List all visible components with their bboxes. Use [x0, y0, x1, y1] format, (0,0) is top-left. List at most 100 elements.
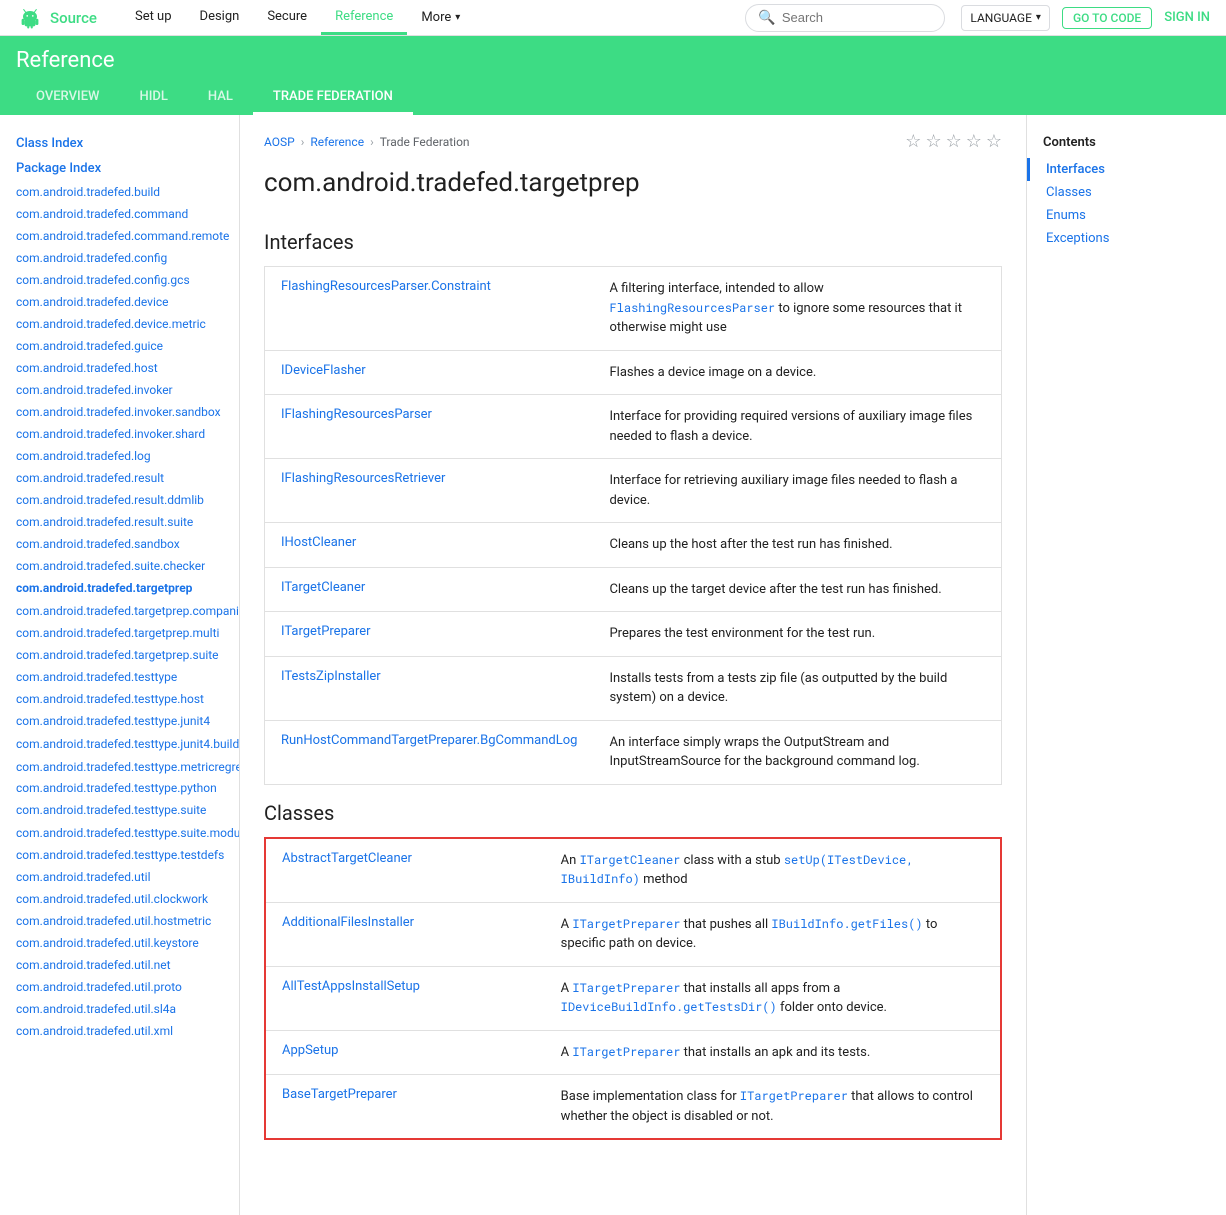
inline-link-itargetpreparer-2[interactable]: ITargetPreparer [572, 916, 680, 932]
toc-classes[interactable]: Classes [1027, 181, 1226, 204]
inline-link-idevicebuildinfo-gettestsdir[interactable]: IDeviceBuildInfo.getTestsDir() [561, 999, 777, 1015]
sidebar-link-command[interactable]: com.android.tradefed.command [0, 203, 239, 225]
sidebar-link-util-hostmetric[interactable]: com.android.tradefed.util.hostmetric [0, 910, 239, 932]
sidebar-link-util-net[interactable]: com.android.tradefed.util.net [0, 954, 239, 976]
nav-more[interactable]: More ▾ [407, 10, 474, 25]
breadcrumb-reference[interactable]: Reference [310, 135, 364, 149]
sidebar-link-testtype-python[interactable]: com.android.tradefed.testtype.python [0, 777, 239, 799]
sidebar-link-testtype-suite-module[interactable]: com.android.tradefed.testtype.suite.modu… [0, 821, 239, 844]
interfaces-section-header: Interfaces [240, 214, 1026, 266]
sidebar-link-util[interactable]: com.android.tradefed.util [0, 866, 239, 888]
star-5[interactable]: ☆ [986, 131, 1002, 152]
sidebar-link-invoker-sandbox[interactable]: com.android.tradefed.invoker.sandbox [0, 401, 239, 423]
go-to-code-button[interactable]: GO TO CODE [1062, 7, 1152, 29]
interface-link-ihostcleaner[interactable]: IHostCleaner [281, 535, 356, 550]
tab-hidl[interactable]: HIDL [119, 81, 187, 115]
tab-hal[interactable]: HAL [188, 81, 253, 115]
sidebar-link-device[interactable]: com.android.tradefed.device [0, 291, 239, 313]
sidebar-link-config[interactable]: com.android.tradefed.config [0, 247, 239, 269]
star-4[interactable]: ☆ [966, 131, 982, 152]
breadcrumb-aosp[interactable]: AOSP [264, 135, 295, 149]
interface-link-iflashingresourcesretriever[interactable]: IFlashingResourcesRetriever [281, 471, 445, 486]
search-input[interactable] [782, 10, 932, 25]
sidebar-link-invoker[interactable]: com.android.tradefed.invoker [0, 379, 239, 401]
top-nav: Source Set up Design Secure Reference Mo… [0, 0, 1226, 36]
toc-exceptions[interactable]: Exceptions [1027, 227, 1226, 250]
sidebar-link-testtype-suite[interactable]: com.android.tradefed.testtype.suite [0, 799, 239, 821]
sidebar-link-testtype-junit4[interactable]: com.android.tradefed.testtype.junit4 [0, 710, 239, 732]
search-box[interactable]: 🔍 [745, 4, 945, 32]
class-link-abstracttargetcleaner[interactable]: AbstractTargetCleaner [282, 851, 412, 866]
sidebar-package-index[interactable]: Package Index [0, 156, 239, 181]
sidebar-link-util-xml[interactable]: com.android.tradefed.util.xml [0, 1020, 239, 1042]
sidebar-link-testtype-host[interactable]: com.android.tradefed.testtype.host [0, 688, 239, 710]
toc-enums[interactable]: Enums [1027, 204, 1226, 227]
sidebar-link-command-remote[interactable]: com.android.tradefed.command.remote [0, 225, 239, 247]
class-link-appsetup[interactable]: AppSetup [282, 1043, 338, 1058]
tab-trade-federation[interactable]: TRADE FEDERATION [253, 81, 413, 115]
sidebar-link-result-ddmlib[interactable]: com.android.tradefed.result.ddmlib [0, 489, 239, 511]
class-link-additionalfilesinstaller[interactable]: AdditionalFilesInstaller [282, 915, 414, 930]
sidebar-class-index[interactable]: Class Index [0, 131, 239, 156]
interface-link-itestszipinstaller[interactable]: ITestsZipInstaller [281, 669, 381, 684]
table-row: RunHostCommandTargetPreparer.BgCommandLo… [265, 720, 1002, 784]
sidebar-link-targetprep[interactable]: com.android.tradefed.targetprep [0, 577, 239, 599]
interface-link-itargetpreparer[interactable]: ITargetPreparer [281, 624, 371, 639]
language-selector[interactable]: LANGUAGE ▾ [961, 5, 1050, 31]
class-link-alltestappsinstallsetup[interactable]: AllTestAppsInstallSetup [282, 979, 420, 994]
interface-link-flashing-constraint[interactable]: FlashingResourcesParser.Constraint [281, 279, 491, 294]
inline-link-flashingresourcesparser[interactable]: FlashingResourcesParser [609, 300, 775, 316]
sidebar-link-guice[interactable]: com.android.tradefed.guice [0, 335, 239, 357]
sidebar-link-util-proto[interactable]: com.android.tradefed.util.proto [0, 976, 239, 998]
inline-link-itargetpreparer-4[interactable]: ITargetPreparer [572, 1044, 680, 1060]
class-link-basetargetpreparer[interactable]: BaseTargetPreparer [282, 1087, 397, 1102]
classes-section-header: Classes [240, 785, 1026, 837]
nav-setup[interactable]: Set up [121, 0, 186, 35]
breadcrumb-sep-2: › [370, 135, 374, 149]
table-row: IFlashingResourcesRetriever Interface fo… [265, 459, 1002, 523]
sidebar-link-config-gcs[interactable]: com.android.tradefed.config.gcs [0, 269, 239, 291]
sidebar-link-host[interactable]: com.android.tradefed.host [0, 357, 239, 379]
toc-interfaces[interactable]: Interfaces [1027, 158, 1226, 181]
sidebar-link-targetprep-suite[interactable]: com.android.tradefed.targetprep.suite [0, 644, 239, 666]
sign-in-button[interactable]: SIGN IN [1164, 10, 1210, 25]
sidebar-link-invoker-shard[interactable]: com.android.tradefed.invoker.shard [0, 423, 239, 445]
inline-link-itargetcleaner-1[interactable]: ITargetCleaner [580, 852, 681, 868]
sidebar-link-targetprep-multi[interactable]: com.android.tradefed.targetprep.multi [0, 622, 239, 644]
sidebar-link-testtype-metricregression[interactable]: com.android.tradefed.testtype.metricregr… [0, 755, 239, 778]
nav-secure[interactable]: Secure [253, 0, 321, 35]
nav-design[interactable]: Design [186, 0, 254, 35]
inline-link-ibuildinfo-getfiles[interactable]: IBuildInfo.getFiles() [771, 916, 922, 932]
sidebar-link-device-metric[interactable]: com.android.tradefed.device.metric [0, 313, 239, 335]
star-2[interactable]: ☆ [925, 131, 941, 152]
star-1[interactable]: ☆ [905, 131, 921, 152]
sidebar-link-result[interactable]: com.android.tradefed.result [0, 467, 239, 489]
sidebar-link-testtype-testdefs[interactable]: com.android.tradefed.testtype.testdefs [0, 844, 239, 866]
sidebar-link-testtype-junit4-builder[interactable]: com.android.tradefed.testtype.junit4.bui… [0, 732, 239, 755]
sidebar-link-util-clockwork[interactable]: com.android.tradefed.util.clockwork [0, 888, 239, 910]
sidebar-link-testtype[interactable]: com.android.tradefed.testtype [0, 666, 239, 688]
tab-overview[interactable]: OVERVIEW [16, 81, 119, 115]
interfaces-table: FlashingResourcesParser.Constraint A fil… [264, 266, 1002, 785]
sidebar-link-sandbox[interactable]: com.android.tradefed.sandbox [0, 533, 239, 555]
interface-link-iflashingresourcesparser[interactable]: IFlashingResourcesParser [281, 407, 432, 422]
toc-title: Contents [1027, 131, 1226, 158]
sidebar-link-targetprep-companion[interactable]: com.android.tradefed.targetprep.companio… [0, 599, 239, 622]
sidebar-link-build[interactable]: com.android.tradefed.build [0, 181, 239, 203]
interface-link-itargetcleaner[interactable]: ITargetCleaner [281, 580, 365, 595]
nav-reference[interactable]: Reference [321, 0, 407, 35]
sidebar-link-suite-checker[interactable]: com.android.tradefed.suite.checker [0, 555, 239, 577]
star-3[interactable]: ☆ [946, 131, 962, 152]
interface-link-runhostcommand-bgcommandlog[interactable]: RunHostCommandTargetPreparer.BgCommandLo… [281, 733, 577, 748]
sidebar-link-util-keystore[interactable]: com.android.tradefed.util.keystore [0, 932, 239, 954]
top-nav-links: Set up Design Secure Reference More ▾ [121, 0, 474, 35]
sidebar-link-result-suite[interactable]: com.android.tradefed.result.suite [0, 511, 239, 533]
sidebar-link-log[interactable]: com.android.tradefed.log [0, 445, 239, 467]
interface-link-ideviceflasher[interactable]: IDeviceFlasher [281, 363, 366, 378]
inline-link-itargetpreparer-3[interactable]: ITargetPreparer [572, 980, 680, 996]
language-chevron-icon: ▾ [1036, 12, 1041, 23]
sidebar-link-util-sl4a[interactable]: com.android.tradefed.util.sl4a [0, 998, 239, 1020]
main-layout: Class Index Package Index com.android.tr… [0, 115, 1226, 1215]
left-sidebar: Class Index Package Index com.android.tr… [0, 115, 240, 1215]
inline-link-itargetpreparer-5[interactable]: ITargetPreparer [740, 1088, 848, 1104]
